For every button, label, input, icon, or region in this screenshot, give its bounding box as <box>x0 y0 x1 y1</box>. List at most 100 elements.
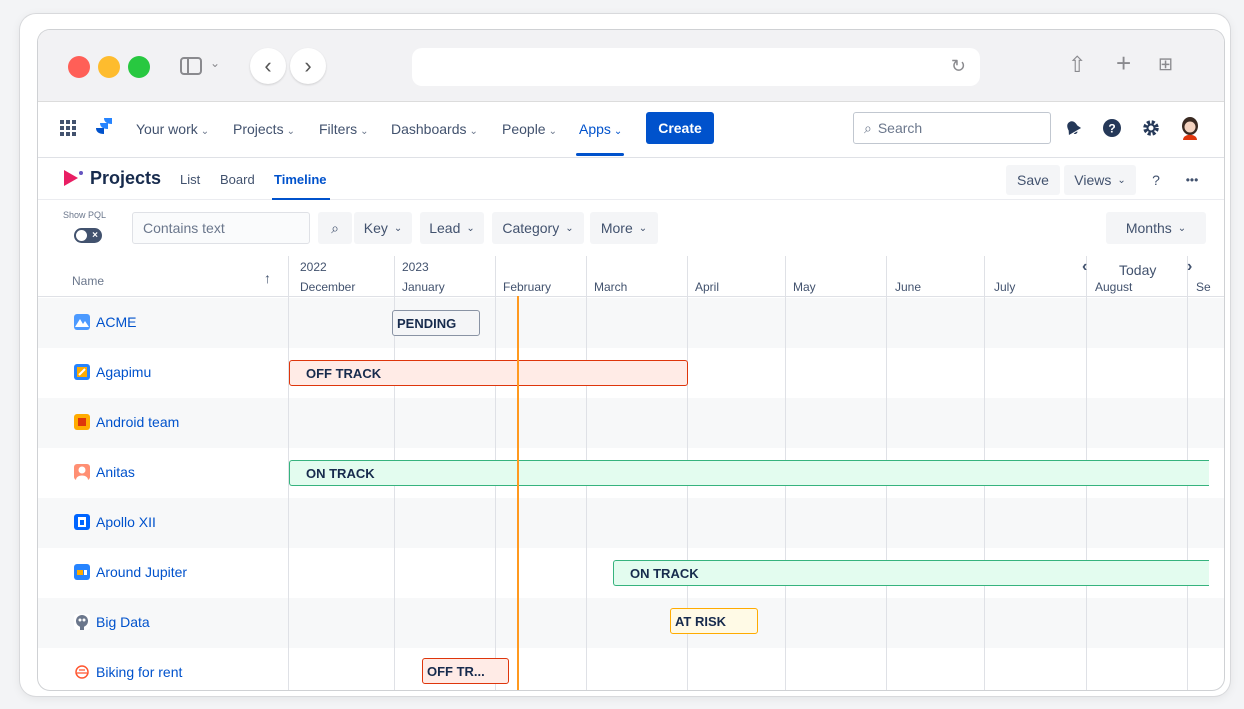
settings-icon[interactable] <box>1139 116 1163 140</box>
tab-overview-icon[interactable]: ⊞ <box>1158 54 1173 75</box>
text-filter-input[interactable]: Contains text <box>132 212 310 244</box>
chevron-down-icon: ⌄ <box>1177 222 1187 234</box>
status-bar-off-track[interactable]: OFF TR... <box>422 658 509 684</box>
nav-dashboards[interactable]: Dashboards ⌄ <box>391 121 478 137</box>
big-data-icon <box>74 614 90 630</box>
reload-icon[interactable]: ↻ <box>951 56 966 77</box>
new-tab-icon[interactable]: + <box>1116 48 1131 79</box>
month-label: January <box>402 280 445 294</box>
chevron-down-icon: ⌄ <box>1117 174 1126 186</box>
project-link-apollo-xii[interactable]: Apollo XII <box>74 514 156 530</box>
search-icon: ⌕ <box>864 120 872 136</box>
save-button[interactable]: Save <box>1006 165 1060 195</box>
apollo-icon <box>74 514 90 530</box>
search-input[interactable]: ⌕ Search <box>853 112 1051 144</box>
timeline-row <box>38 648 1224 690</box>
today-button[interactable]: Today <box>1119 262 1156 278</box>
maximize-window-button[interactable] <box>128 56 150 78</box>
help-icon[interactable]: ? <box>1100 116 1124 140</box>
tab-board[interactable]: Board <box>220 172 255 187</box>
month-label: December <box>300 280 356 294</box>
month-label: April <box>695 280 720 294</box>
browser-toolbar: ⌄ ‹ › ↻ ⇧ + ⊞ <box>38 30 1224 102</box>
more-actions-button[interactable]: ••• <box>1176 165 1208 195</box>
nav-projects[interactable]: Projects ⌄ <box>233 121 295 137</box>
chevron-down-icon: ⌄ <box>286 126 295 137</box>
forward-button[interactable]: › <box>290 48 326 84</box>
tab-timeline[interactable]: Timeline <box>274 172 327 187</box>
sidebar-toggle-icon[interactable] <box>180 57 202 75</box>
search-button[interactable]: ⌕ <box>318 212 352 244</box>
views-button[interactable]: Views ⌄ <box>1064 165 1136 195</box>
close-window-button[interactable] <box>68 56 90 78</box>
nav-filters[interactable]: Filters ⌄ <box>319 121 369 137</box>
chevron-down-icon: ⌄ <box>466 222 475 234</box>
create-button[interactable]: Create <box>646 112 714 144</box>
address-bar[interactable]: ↻ <box>412 48 980 86</box>
status-bar-on-track[interactable]: ON TRACK <box>613 560 1209 586</box>
chevron-down-icon: ⌄ <box>393 222 403 234</box>
projects-logo-icon <box>64 170 83 186</box>
month-label: June <box>895 280 922 294</box>
notifications-icon[interactable] <box>1061 116 1085 140</box>
chevron-down-icon: ⌄ <box>613 126 623 137</box>
filter-bar: Show PQL × Contains text ⌕ Key ⌄ Lead ⌄ Ca… <box>38 202 1224 252</box>
category-filter-button[interactable]: Category ⌄ <box>492 212 584 244</box>
more-filters-button[interactable]: More ⌄ <box>590 212 658 244</box>
nav-your-work[interactable]: Your work ⌄ <box>136 121 209 137</box>
project-link-acme[interactable]: ACME <box>74 314 136 330</box>
chevron-down-icon: ⌄ <box>548 126 557 137</box>
month-label: May <box>793 280 816 294</box>
timeline-row <box>38 398 1224 448</box>
svg-text:?: ? <box>1108 122 1115 136</box>
projects-header: Projects List Board Timeline Save Views ⌄… <box>38 158 1224 200</box>
chevron-down-icon: ⌄ <box>638 222 648 234</box>
status-bar-on-track[interactable]: ON TRACK <box>289 460 1209 486</box>
show-pql-toggle[interactable]: × <box>74 228 102 243</box>
year-label: 2022 <box>300 260 327 274</box>
month-label: February <box>503 280 552 294</box>
active-tab-indicator <box>272 198 330 200</box>
sort-ascending-icon[interactable]: ↑ <box>264 270 271 286</box>
project-link-anitas[interactable]: Anitas <box>74 464 135 480</box>
project-link-biking-for-rent[interactable]: Biking for rent <box>74 664 182 680</box>
nav-people[interactable]: People ⌄ <box>502 121 557 137</box>
avatar[interactable] <box>1178 116 1202 140</box>
show-pql-label: Show PQL <box>63 210 107 220</box>
jira-logo-icon[interactable] <box>94 116 114 140</box>
status-bar-off-track[interactable]: OFF TRACK <box>289 360 688 386</box>
status-bar-at-risk[interactable]: AT RISK <box>670 608 758 634</box>
today-marker <box>517 296 519 690</box>
lead-filter-button[interactable]: Lead ⌄ <box>420 212 484 244</box>
key-filter-button[interactable]: Key ⌄ <box>354 212 412 244</box>
months-zoom-select[interactable]: Months ⌄ <box>1106 212 1206 244</box>
month-label: March <box>594 280 628 294</box>
agapimu-icon <box>74 364 90 380</box>
project-link-android-team[interactable]: Android team <box>74 414 179 430</box>
help-button[interactable]: ? <box>1144 165 1168 195</box>
month-label: Se <box>1196 280 1211 294</box>
minimize-window-button[interactable] <box>98 56 120 78</box>
project-link-big-data[interactable]: Big Data <box>74 614 150 630</box>
project-link-agapimu[interactable]: Agapimu <box>74 364 151 380</box>
android-team-icon <box>74 414 90 430</box>
share-icon[interactable]: ⇧ <box>1068 52 1086 78</box>
app-switcher-icon[interactable] <box>60 120 76 136</box>
acme-icon <box>74 314 90 330</box>
close-icon: × <box>92 230 98 241</box>
around-jupiter-icon <box>74 564 90 580</box>
chevron-down-icon[interactable]: ⌄ <box>210 56 220 70</box>
previous-period-button[interactable]: ‹ <box>1082 258 1087 276</box>
name-column-header[interactable]: Name <box>72 274 104 288</box>
project-link-around-jupiter[interactable]: Around Jupiter <box>74 564 187 580</box>
chevron-down-icon: ⌄ <box>360 126 369 137</box>
timeline-row <box>38 498 1224 548</box>
nav-apps[interactable]: Apps ⌄ <box>579 121 622 137</box>
top-navigation: Your work ⌄ Projects ⌄ Filters ⌄ Dashboards… <box>38 102 1224 158</box>
back-button[interactable]: ‹ <box>250 48 286 84</box>
next-period-button[interactable]: › <box>1187 258 1192 276</box>
header-divider <box>38 296 1224 297</box>
tab-list[interactable]: List <box>180 172 200 187</box>
search-placeholder: Search <box>877 120 923 136</box>
status-bar-pending[interactable]: PENDING <box>392 310 480 336</box>
